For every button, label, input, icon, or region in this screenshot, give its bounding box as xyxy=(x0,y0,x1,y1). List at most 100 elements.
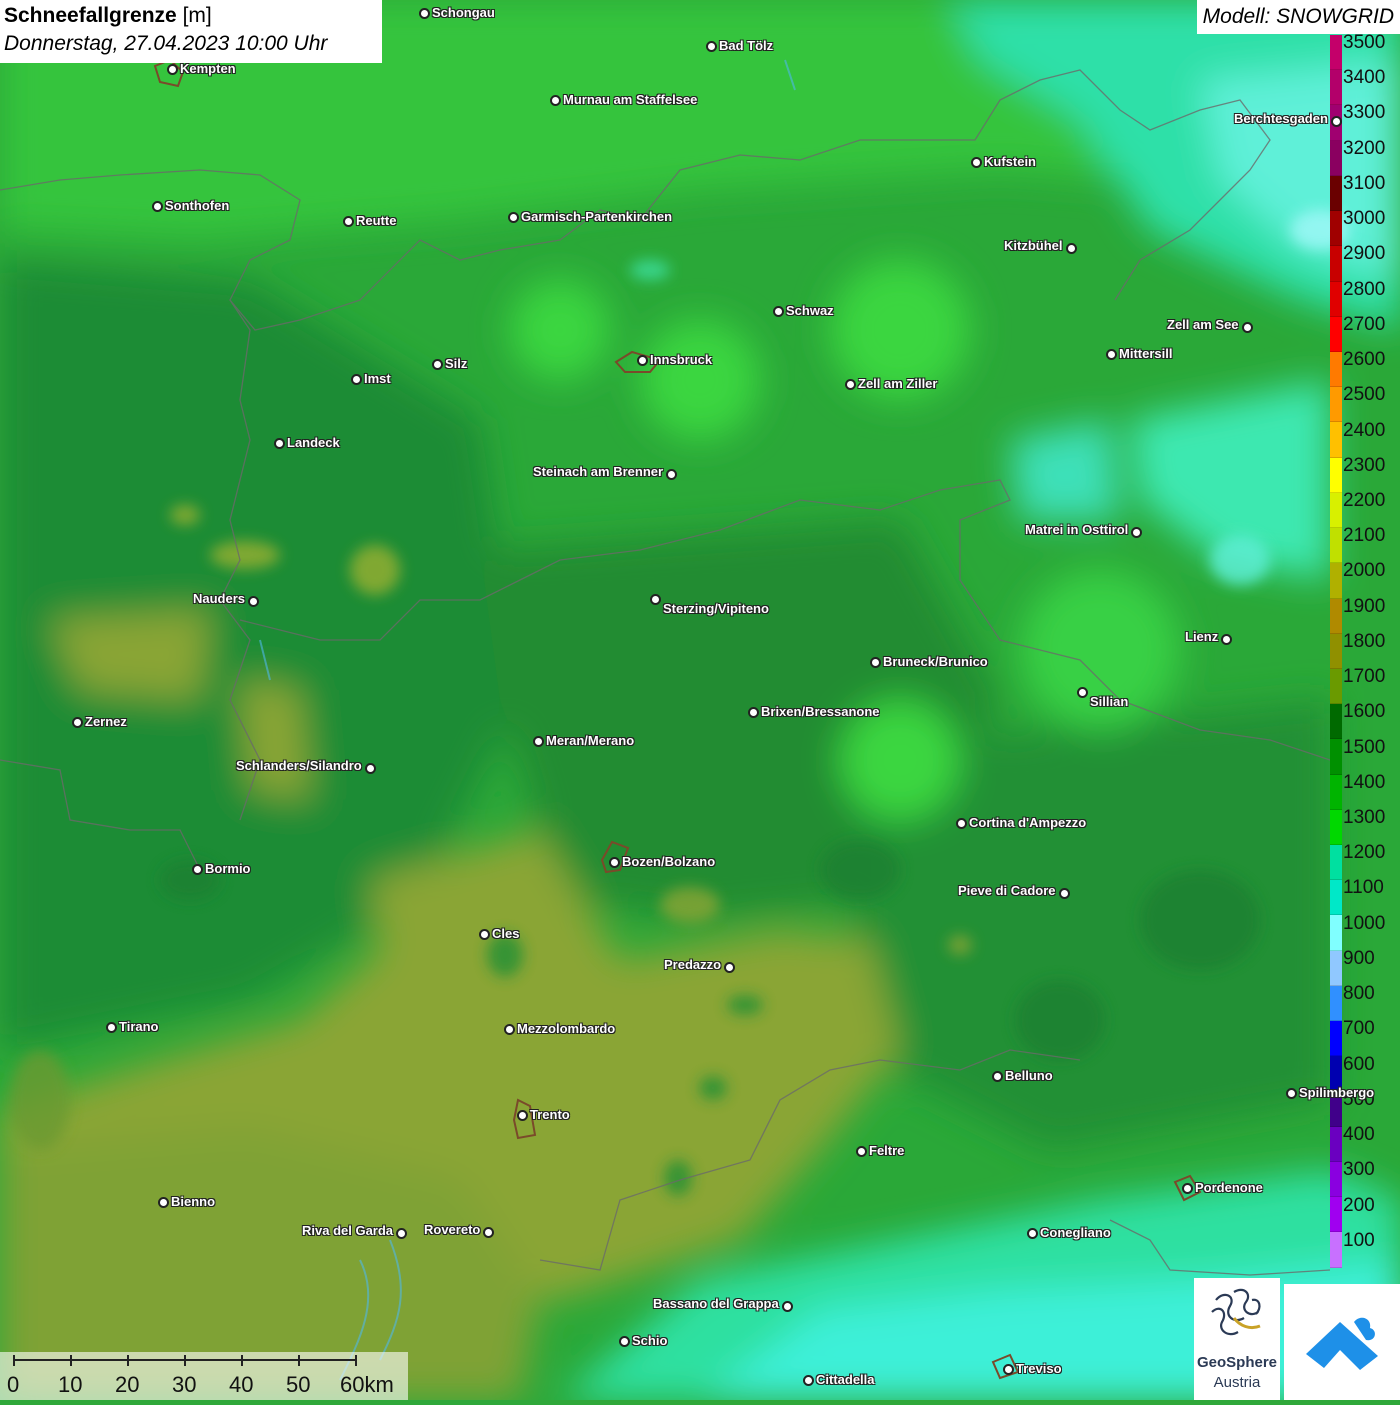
city-label: Nauders xyxy=(193,591,246,606)
city-dot-icon xyxy=(803,1375,814,1386)
legend-label: 200 xyxy=(1343,1194,1375,1216)
legend-label: 1200 xyxy=(1343,842,1386,864)
city-dot-icon xyxy=(1182,1183,1193,1194)
legend-swatch xyxy=(1330,915,1342,951)
city-dot-icon xyxy=(192,864,203,875)
city-dot-icon xyxy=(365,763,376,774)
legend-label: 300 xyxy=(1343,1159,1375,1181)
city-label: Reutte xyxy=(356,213,397,228)
city-label: Pordenone xyxy=(1195,1180,1263,1195)
city-dot-icon xyxy=(650,594,661,605)
city-dot-icon xyxy=(517,1110,528,1121)
city-dot-icon xyxy=(1242,322,1253,333)
scale-bar: 0 10 20 30 40 50 60km xyxy=(0,1352,408,1400)
legend-swatch xyxy=(1330,880,1342,916)
city-dot-icon xyxy=(856,1146,867,1157)
city-dot-icon xyxy=(1131,527,1142,538)
legend-swatch xyxy=(1330,809,1342,846)
city-dot-icon xyxy=(609,857,620,868)
city-dot-icon xyxy=(72,717,83,728)
legend-label: 400 xyxy=(1343,1124,1375,1146)
city-label: Treviso xyxy=(1016,1361,1062,1376)
city-dot-icon xyxy=(845,379,856,390)
city-label: Lienz xyxy=(1185,629,1219,644)
legend-label: 800 xyxy=(1343,983,1375,1005)
city-label: Schongau xyxy=(432,5,495,20)
legend-label: 1500 xyxy=(1343,736,1386,758)
legend-label: 2100 xyxy=(1343,525,1386,547)
city-label: Cortina d'Ampezzo xyxy=(969,815,1087,830)
legend-label: 3000 xyxy=(1343,208,1386,230)
city-label: Brixen/Bressanone xyxy=(761,704,880,719)
city-label: Rovereto xyxy=(424,1222,481,1237)
scale-tick: 20 xyxy=(115,1372,140,1397)
legend-label: 3200 xyxy=(1343,137,1386,159)
legend-label: 2400 xyxy=(1343,419,1386,441)
city-label: Innsbruck xyxy=(650,352,713,367)
city-dot-icon xyxy=(1221,634,1232,645)
legend-label: 2500 xyxy=(1343,384,1386,406)
city-label: Bienno xyxy=(171,1194,216,1209)
geosphere-logo[interactable]: GeoSphere Austria xyxy=(1194,1278,1280,1400)
city-dot-icon xyxy=(1059,888,1070,899)
city-label: Kufstein xyxy=(984,154,1036,169)
legend-swatch xyxy=(1330,1021,1342,1057)
legend-swatch xyxy=(1330,598,1342,634)
legend-label: 100 xyxy=(1343,1229,1375,1251)
legend-swatch xyxy=(1330,422,1342,458)
legend-swatch xyxy=(1330,140,1342,176)
city-dot-icon xyxy=(637,355,648,366)
city-dot-icon xyxy=(343,216,354,227)
legend-swatch xyxy=(1330,1126,1342,1162)
city-dot-icon xyxy=(870,657,881,668)
city-dot-icon xyxy=(550,95,561,106)
city-label: Bormio xyxy=(205,861,251,876)
legend-label: 700 xyxy=(1343,1018,1375,1040)
city-label: Steinach am Brenner xyxy=(533,464,664,479)
city-dot-icon xyxy=(619,1336,630,1347)
legend-swatch xyxy=(1330,457,1342,493)
city-dot-icon xyxy=(1077,687,1088,698)
city-label: Silz xyxy=(445,356,468,371)
city-dot-icon xyxy=(483,1227,494,1238)
legend-swatch xyxy=(1330,1232,1342,1268)
scale-tick: 40 xyxy=(229,1372,254,1397)
city-label: Schwaz xyxy=(786,303,834,318)
scale-tick: 0 xyxy=(7,1372,20,1397)
city-dot-icon xyxy=(782,1301,793,1312)
scale-tick: 50 xyxy=(286,1372,311,1397)
city-dot-icon xyxy=(248,596,259,607)
app-logo[interactable] xyxy=(1284,1284,1400,1400)
city-dot-icon xyxy=(274,438,285,449)
city-dot-icon xyxy=(152,201,163,212)
city-dot-icon xyxy=(1027,1228,1038,1239)
city-label: Sterzing/Vipiteno xyxy=(663,601,769,616)
city-label: Matrei in Osttirol xyxy=(1025,522,1129,537)
legend-label: 600 xyxy=(1343,1053,1375,1075)
model-label: Modell: SNOWGRID xyxy=(1196,0,1400,34)
city-label: Bad Tölz xyxy=(719,38,774,53)
city-label: Conegliano xyxy=(1040,1225,1111,1240)
city-label: Berchtesgaden xyxy=(1234,111,1328,126)
legend-swatch xyxy=(1330,950,1342,986)
legend-label: 2800 xyxy=(1343,278,1386,300)
city-label: Spilimbergo xyxy=(1299,1085,1375,1100)
legend-swatch xyxy=(1330,633,1342,669)
city-label: Schlanders/Silandro xyxy=(236,758,362,773)
city-label: Murnau am Staffelsee xyxy=(563,92,698,107)
legend-swatch xyxy=(1330,316,1342,352)
legend-label: 2600 xyxy=(1343,349,1386,371)
geosphere-logo-line1: GeoSphere xyxy=(1196,1354,1278,1371)
city-label: Bassano del Grappa xyxy=(653,1296,779,1311)
legend-label: 1700 xyxy=(1343,666,1386,688)
legend-swatch xyxy=(1330,246,1342,282)
city-label: Meran/Merano xyxy=(546,733,635,748)
legend-label: 2200 xyxy=(1343,489,1386,511)
scale-tick: 30 xyxy=(172,1372,197,1397)
city-label: Predazzo xyxy=(664,957,722,972)
legend-label: 2900 xyxy=(1343,243,1386,265)
map-datetime: Donnerstag, 27.04.2023 10:00 Uhr xyxy=(4,32,328,55)
city-dot-icon xyxy=(396,1228,407,1239)
city-label: Riva del Garda xyxy=(302,1223,394,1238)
legend-label: 2300 xyxy=(1343,454,1386,476)
